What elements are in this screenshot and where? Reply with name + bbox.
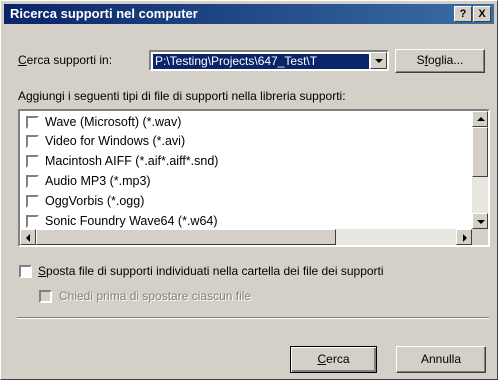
checkbox[interactable] [26,215,39,228]
search-in-label-accel: C [18,53,27,67]
ask-each-checkbox[interactable] [39,290,52,303]
search-in-label-text: erca supporti in: [26,53,113,67]
checkbox[interactable] [26,135,39,148]
arrow-left-icon [26,234,30,242]
search-button[interactable]: Cerca [290,346,377,373]
title-bar[interactable]: Ricerca supporti nel computer ? X [4,4,494,24]
window-title: Ricerca supporti nel computer [10,6,198,21]
horizontal-scrollbar[interactable] [20,229,472,245]
move-files-text: posta file di supporti individuati nella… [46,264,384,278]
scroll-up-button[interactable] [472,111,488,127]
file-types-label: Aggiungi i seguenti tipi di file di supp… [18,89,346,103]
arrow-up-icon [477,117,485,121]
list-item-label: Audio MP3 (*.mp3) [45,174,151,188]
browse-label-post: oglia... [428,53,464,67]
help-button[interactable]: ? [454,6,472,22]
search-in-label: Cerca supporti in: [18,53,112,67]
scroll-right-button[interactable] [456,229,472,245]
list-item[interactable]: Wave (Microsoft) (*.wav) [26,114,466,132]
combo-dropdown-button[interactable] [370,52,387,69]
list-item-label: Sonic Foundry Wave64 (*.w64) [45,214,218,228]
arrow-right-icon [463,234,467,242]
list-item-label: Video for Windows (*.avi) [45,134,186,148]
ask-each-label: Chiedi prima di spostare ciascun file [59,289,252,303]
list-item[interactable]: Macintosh AIFF (*.aif*.aiff*.snd) [26,153,466,171]
checkbox[interactable] [26,155,39,168]
arrow-down-icon [477,220,485,224]
checkbox[interactable] [26,195,39,208]
list-item-label: OggVorbis (*.ogg) [45,194,145,208]
search-folder-combo[interactable]: P:\Testing\Projects\647_Test\T [149,50,389,71]
move-files-accel: S [38,264,47,278]
list-item[interactable]: OggVorbis (*.ogg) [26,193,466,211]
scrollbar-corner [472,229,488,245]
checkbox[interactable] [26,116,39,129]
close-button[interactable]: X [473,6,491,22]
horizontal-scroll-thumb[interactable] [36,229,336,245]
vertical-scroll-thumb[interactable] [472,127,488,177]
move-files-checkbox[interactable] [19,265,32,278]
browse-label-pre: S [416,53,425,67]
scroll-left-button[interactable] [20,229,36,245]
list-item-label: Wave (Microsoft) (*.wav) [45,115,182,129]
search-media-dialog: Ricerca supporti nel computer ? X Cerca … [0,0,498,380]
vertical-scrollbar[interactable] [472,111,488,229]
search-button-text: erca [326,352,350,366]
cancel-button[interactable]: Annulla [396,346,486,373]
search-button-accel: C [317,352,327,366]
file-types-list[interactable]: Wave (Microsoft) (*.wav) Video for Windo… [18,109,490,247]
scroll-down-button[interactable] [472,213,488,229]
list-item[interactable]: Video for Windows (*.avi) [26,133,466,151]
browse-button[interactable]: Sfoglia... [395,49,485,73]
list-item-label: Macintosh AIFF (*.aif*.aiff*.snd) [45,154,219,168]
search-folder-value[interactable]: P:\Testing\Projects\647_Test\T [153,54,369,69]
list-item[interactable]: Audio MP3 (*.mp3) [26,173,466,191]
chevron-down-icon [375,59,383,63]
move-files-label[interactable]: Sposta file di supporti individuati nell… [38,264,384,278]
checkbox[interactable] [26,175,39,188]
separator [17,317,489,319]
